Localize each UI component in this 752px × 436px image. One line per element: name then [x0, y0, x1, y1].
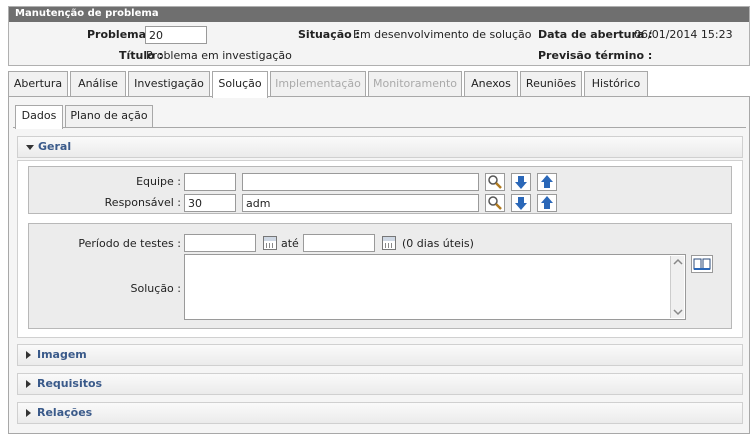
dados-panel: Geral Equipe : Responsável : 30 adm Perí… — [13, 127, 746, 431]
previsao-label: Previsão término : — [538, 49, 653, 62]
tab-monitoramento: Monitoramento — [368, 71, 462, 96]
section-imagem-header[interactable]: Imagem — [17, 344, 743, 366]
textarea-scrollbar[interactable] — [670, 256, 684, 318]
arrow-down-icon — [515, 176, 527, 189]
equipe-down-button[interactable] — [511, 173, 531, 191]
tab-analise[interactable]: Análise — [70, 71, 126, 96]
situacao-value: Em desenvolvimento de solução — [353, 28, 532, 41]
tab-abertura[interactable]: Abertura — [8, 71, 68, 96]
section-geral-title: Geral — [38, 140, 72, 153]
responsavel-search-button[interactable] — [485, 194, 505, 212]
tab-solucao[interactable]: Solução — [212, 71, 268, 98]
responsavel-down-button[interactable] — [511, 194, 531, 212]
open-book-button[interactable] — [691, 255, 713, 273]
responsavel-label: Responsável : — [104, 196, 181, 209]
responsavel-up-button[interactable] — [537, 194, 557, 212]
team-group: Equipe : Responsável : — [28, 166, 732, 214]
solucao-textarea[interactable] — [184, 254, 686, 320]
book-icon — [693, 258, 711, 270]
arrow-up-icon — [541, 175, 553, 188]
section-requisitos-title: Requisitos — [37, 377, 103, 390]
section-geral-header[interactable]: Geral — [17, 136, 743, 158]
section-geral-body: Equipe : Responsável : 30 adm Período de… — [17, 160, 743, 338]
solution-group: Período de testes : até (0 dias úteis) S… — [28, 223, 732, 329]
expand-triangle-icon — [26, 351, 31, 359]
calendar-icon[interactable] — [382, 236, 396, 250]
tab-implementacao: Implementação — [270, 71, 366, 96]
periodo-label: Período de testes : — [78, 237, 181, 250]
section-imagem-title: Imagem — [37, 348, 87, 361]
expand-triangle-icon — [26, 380, 31, 388]
section-relacoes-title: Relações — [37, 406, 93, 419]
tab-anexos[interactable]: Anexos — [464, 71, 518, 96]
periodo-start-input[interactable] — [184, 234, 256, 252]
expand-triangle-icon — [26, 409, 31, 417]
equipe-up-button[interactable] — [537, 173, 557, 191]
titulo-value: Problema em investigação — [146, 49, 292, 62]
section-relacoes-header[interactable]: Relações — [17, 402, 743, 424]
arrow-down-icon — [515, 197, 527, 210]
abertura-value: 06/01/2014 15:23 — [634, 28, 733, 41]
section-requisitos-header[interactable]: Requisitos — [17, 373, 743, 395]
panel-title: Manutenção de problema — [9, 7, 749, 22]
situacao-label: Situação : — [298, 28, 360, 41]
solucao-label: Solução : — [130, 282, 181, 295]
subtab-plano-de-acao[interactable]: Plano de ação — [65, 105, 153, 127]
tab-reunioes[interactable]: Reuniões — [520, 71, 582, 96]
tab-historico[interactable]: Histórico — [584, 71, 648, 96]
collapse-triangle-icon — [26, 144, 34, 150]
equipe-code-input[interactable] — [184, 173, 236, 191]
magnifier-icon — [488, 196, 502, 210]
problema-input[interactable] — [145, 26, 207, 44]
subtab-dados[interactable]: Dados — [15, 105, 63, 129]
scrollbar-arrows-icon — [673, 258, 683, 316]
responsavel-code-input[interactable] — [184, 194, 236, 212]
tab-content: Dados Plano de ação Geral Equipe : Respo… — [8, 96, 750, 434]
calendar-icon[interactable] — [263, 236, 277, 250]
magnifier-icon — [488, 175, 502, 189]
periodo-end-input[interactable] — [303, 234, 375, 252]
equipe-name-input[interactable] — [242, 173, 479, 191]
equipe-search-button[interactable] — [485, 173, 505, 191]
responsavel-name-input[interactable] — [242, 194, 479, 212]
problem-header-panel: Manutenção de problema Problema : Título… — [8, 6, 750, 66]
arrow-up-icon — [541, 196, 553, 209]
tab-investigacao[interactable]: Investigação — [128, 71, 210, 96]
equipe-label: Equipe : — [136, 175, 181, 188]
dias-uteis-text: (0 dias úteis) — [402, 237, 474, 250]
ate-label: até — [281, 237, 299, 250]
